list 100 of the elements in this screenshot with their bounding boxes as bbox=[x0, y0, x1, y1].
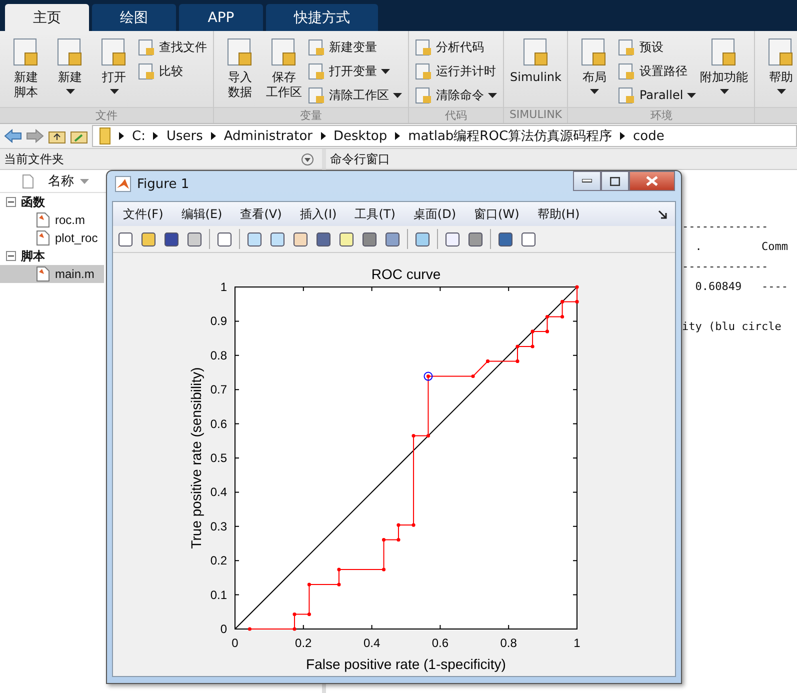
path-segment[interactable]: C: bbox=[132, 128, 146, 144]
ribbon-button[interactable]: 打开变量 bbox=[308, 61, 402, 81]
data-point bbox=[396, 538, 400, 542]
toolbar-square-icon[interactable] bbox=[444, 230, 461, 248]
menu-item[interactable]: 文件(F) bbox=[123, 206, 164, 222]
toolbar-square-icon[interactable] bbox=[338, 230, 355, 248]
path-segment[interactable]: Desktop bbox=[334, 128, 388, 144]
toolbar-square-icon[interactable] bbox=[163, 230, 180, 248]
dropdown-icon[interactable] bbox=[301, 152, 314, 166]
ribbon-tab[interactable]: APP bbox=[179, 4, 263, 31]
data-point bbox=[337, 568, 341, 572]
toolbar-square-icon[interactable] bbox=[216, 230, 233, 248]
menu-item[interactable]: 编辑(E) bbox=[181, 206, 222, 222]
path-field[interactable]: C: Users Administrator Desktop matlab编程ROC算法仿真源码程序 code bbox=[92, 125, 797, 147]
ribbon-button[interactable]: 设置路径 bbox=[618, 61, 696, 81]
chart-title: ROC curve bbox=[371, 266, 441, 282]
data-point bbox=[307, 612, 312, 616]
toolbar-square-icon[interactable] bbox=[361, 230, 378, 248]
caret-icon bbox=[210, 132, 216, 140]
toolbar-square-icon[interactable] bbox=[315, 230, 332, 248]
tick-label: 1 bbox=[574, 636, 580, 650]
script-file-icon bbox=[36, 212, 50, 228]
tree-group[interactable]: 脚本 bbox=[21, 248, 45, 264]
maximize-button[interactable] bbox=[601, 171, 629, 191]
data-point bbox=[560, 300, 564, 304]
ribbon-button[interactable]: 清除工作区 bbox=[308, 85, 402, 105]
ribbon-button[interactable]: 运行并计时 bbox=[415, 61, 497, 81]
data-point bbox=[530, 330, 534, 334]
path-segment[interactable]: code bbox=[633, 128, 664, 144]
tick-label: 1 bbox=[220, 280, 227, 294]
ribbon-button[interactable]: 新建 脚本 bbox=[6, 37, 46, 107]
toolbar-square-icon[interactable] bbox=[520, 230, 537, 248]
menu-item[interactable]: 窗口(W) bbox=[474, 206, 520, 222]
data-point bbox=[382, 568, 386, 572]
ribbon-button[interactable]: 导入 数据 bbox=[220, 37, 260, 107]
group-label: 文件 bbox=[0, 107, 213, 123]
file-item[interactable]: plot_roc bbox=[0, 229, 104, 247]
caret-icon bbox=[687, 92, 696, 98]
ribbon-button[interactable]: 布局 bbox=[574, 37, 614, 107]
toolbar-square-icon[interactable] bbox=[467, 230, 484, 248]
tick-label: 0.2 bbox=[295, 636, 312, 650]
ribbon-button[interactable]: 新建 bbox=[50, 37, 90, 107]
toolbar-square-icon[interactable] bbox=[186, 230, 203, 248]
file-item[interactable]: main.m bbox=[0, 265, 104, 283]
toolbar-square-icon[interactable] bbox=[269, 230, 286, 248]
caret-icon bbox=[720, 89, 729, 94]
data-point bbox=[337, 582, 341, 586]
caret-icon bbox=[153, 132, 158, 140]
expand-toggle-icon[interactable] bbox=[6, 251, 16, 261]
toolbar-square-icon[interactable] bbox=[384, 230, 401, 248]
path-segment[interactable]: Administrator bbox=[224, 128, 312, 144]
close-icon bbox=[646, 176, 658, 186]
menu-item[interactable]: 帮助(H) bbox=[537, 206, 580, 222]
document-icon bbox=[308, 62, 325, 80]
path-segment[interactable]: matlab编程ROC算法仿真源码程序 bbox=[408, 127, 612, 145]
ribbon-tab[interactable]: 主页 bbox=[5, 4, 89, 31]
ribbon-button[interactable]: 附加功能 bbox=[700, 37, 748, 107]
tick-label: 0 bbox=[232, 636, 238, 650]
ribbon-button[interactable]: 分析代码 bbox=[415, 37, 497, 57]
minimize-button[interactable] bbox=[573, 171, 601, 191]
file-item[interactable]: roc.m bbox=[0, 211, 104, 229]
ribbon-button[interactable]: Parallel bbox=[618, 85, 696, 105]
close-button[interactable] bbox=[629, 171, 675, 191]
toolbar-square-icon[interactable] bbox=[292, 230, 309, 248]
expand-toggle-icon[interactable] bbox=[6, 197, 16, 207]
dock-arrow-icon[interactable] bbox=[658, 210, 667, 219]
tree-group[interactable]: 函数 bbox=[21, 194, 45, 210]
ribbon-tab[interactable]: 快捷方式 bbox=[266, 4, 378, 31]
ribbon-button[interactable]: 比较 bbox=[138, 61, 207, 81]
folder-up-icon[interactable] bbox=[48, 128, 66, 144]
toolbar-square-icon[interactable] bbox=[117, 230, 134, 248]
data-point bbox=[412, 434, 416, 438]
menu-item[interactable]: 查看(V) bbox=[240, 206, 282, 222]
ribbon-button[interactable]: 打开 bbox=[94, 37, 134, 107]
toolbar-square-icon[interactable] bbox=[246, 230, 263, 248]
ribbon-button[interactable]: 帮助 bbox=[761, 37, 797, 107]
menu-item[interactable]: 桌面(D) bbox=[413, 206, 456, 222]
toolbar-square-icon[interactable] bbox=[414, 230, 431, 248]
data-point bbox=[575, 300, 579, 304]
data-point bbox=[516, 359, 520, 364]
console-output: ity (blu circle bbox=[682, 320, 782, 335]
data-point bbox=[412, 523, 416, 527]
path-segment[interactable]: Users bbox=[166, 128, 203, 144]
ribbon-button[interactable]: 预设 bbox=[618, 37, 696, 57]
back-arrow-icon[interactable] bbox=[4, 129, 22, 143]
toolbar-square-icon[interactable] bbox=[140, 230, 157, 248]
menu-item[interactable]: 插入(I) bbox=[300, 206, 337, 222]
document-icon bbox=[415, 86, 432, 104]
ribbon-button[interactable]: 清除命令 bbox=[415, 85, 497, 105]
column-header[interactable]: 名称 bbox=[48, 172, 89, 190]
menu-item[interactable]: 工具(T) bbox=[354, 206, 396, 222]
document-icon bbox=[22, 174, 34, 188]
toolbar-square-icon[interactable] bbox=[497, 230, 514, 248]
ribbon-button[interactable]: Simulink bbox=[510, 37, 562, 107]
ribbon-button[interactable]: 查找文件 bbox=[138, 37, 207, 57]
ribbon-button[interactable]: 新建变量 bbox=[308, 37, 402, 57]
console-output: ------------- bbox=[682, 260, 770, 275]
ribbon-button[interactable]: 保存 工作区 bbox=[264, 37, 304, 107]
ribbon-tab[interactable]: 绘图 bbox=[92, 4, 176, 31]
caret-icon bbox=[488, 92, 497, 98]
